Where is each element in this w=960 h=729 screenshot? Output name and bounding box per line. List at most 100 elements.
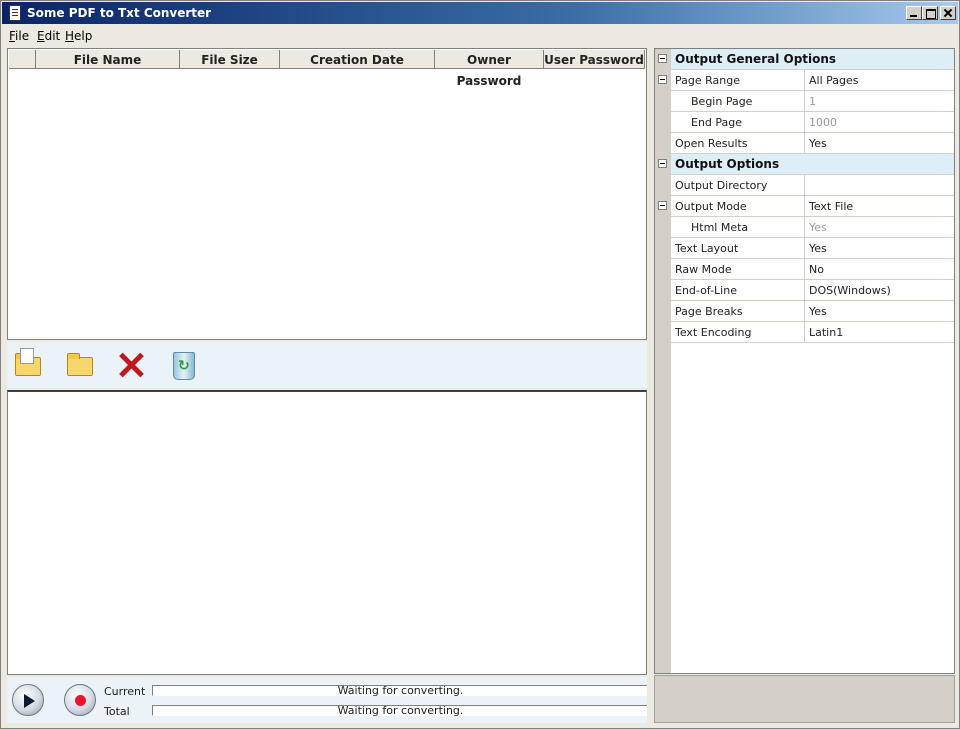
property-name: Open Results	[675, 137, 748, 150]
menu-edit[interactable]: Edit	[37, 29, 60, 43]
column-separator	[804, 301, 805, 322]
menu-help-accel: H	[65, 29, 75, 43]
log-output-area[interactable]	[7, 390, 647, 675]
property-value[interactable]: 1000	[809, 116, 837, 129]
app-window: Some PDF to Txt Converter File Edit Help…	[0, 0, 960, 729]
property-name: Raw Mode	[675, 263, 732, 276]
property-value[interactable]: Yes	[809, 221, 827, 234]
menu-help-label: elp	[74, 29, 93, 43]
app-document-icon	[9, 5, 21, 21]
current-progress-label: Current	[104, 685, 146, 698]
options-property-grid[interactable]: Output General Options Page Range All Pa…	[654, 48, 955, 674]
property-page-breaks[interactable]: Page Breaks Yes	[671, 301, 954, 322]
property-value[interactable]: No	[809, 263, 824, 276]
current-progress-bar: Waiting for converting.	[152, 685, 647, 696]
column-separator	[804, 322, 805, 343]
property-html-meta[interactable]: Html Meta Yes	[671, 217, 954, 238]
collapse-output-options-icon[interactable]	[658, 159, 667, 168]
column-header-user-password[interactable]: User Password	[544, 50, 645, 69]
column-header-select[interactable]	[9, 50, 36, 69]
property-begin-page[interactable]: Begin Page 1	[671, 91, 954, 112]
menu-bar: File Edit Help	[2, 24, 958, 46]
property-description-panel	[654, 675, 955, 723]
property-name: Page Breaks	[675, 305, 743, 318]
column-header-file-name[interactable]: File Name	[36, 50, 180, 69]
property-name: Html Meta	[691, 221, 749, 234]
start-convert-button[interactable]	[12, 684, 44, 716]
file-sheet-icon	[20, 348, 34, 364]
total-progress-bar: Waiting for converting.	[152, 705, 647, 716]
collapse-general-options-icon[interactable]	[658, 54, 667, 63]
property-raw-mode[interactable]: Raw Mode No	[671, 259, 954, 280]
property-end-of-line[interactable]: End-of-Line DOS(Windows)	[671, 280, 954, 301]
property-name: Text Encoding	[675, 326, 752, 339]
clear-list-button[interactable]	[167, 348, 201, 382]
property-value[interactable]: 1	[809, 95, 816, 108]
title-bar[interactable]: Some PDF to Txt Converter	[2, 2, 958, 24]
total-progress-text: Waiting for converting.	[337, 704, 464, 717]
group-title: Output Options	[675, 157, 780, 171]
property-name: End Page	[691, 116, 743, 129]
close-button[interactable]	[940, 6, 956, 20]
property-value[interactable]: Text File	[809, 200, 853, 213]
collapse-page-range-icon[interactable]	[658, 75, 667, 84]
group-title: Output General Options	[675, 52, 837, 66]
menu-file[interactable]: File	[9, 29, 29, 43]
add-folder-button[interactable]	[63, 348, 97, 382]
clear-recycle-icon	[173, 352, 195, 380]
stop-convert-button[interactable]	[64, 684, 96, 716]
menu-file-label: ile	[15, 29, 30, 43]
property-name: Output Mode	[675, 200, 747, 213]
window-title: Some PDF to Txt Converter	[27, 6, 212, 20]
column-separator	[804, 70, 805, 91]
property-output-mode[interactable]: Output Mode Text File	[671, 196, 954, 217]
add-folder-icon	[67, 353, 93, 376]
property-name: Output Directory	[675, 179, 768, 192]
property-text-encoding[interactable]: Text Encoding Latin1	[671, 322, 954, 343]
collapse-output-mode-icon[interactable]	[658, 201, 667, 210]
column-header-file-size[interactable]: File Size	[180, 50, 280, 69]
add-file-button[interactable]	[11, 348, 45, 382]
property-end-page[interactable]: End Page 1000	[671, 112, 954, 133]
menu-edit-label: dit	[44, 29, 61, 43]
column-separator	[804, 217, 805, 238]
menu-edit-accel: E	[37, 29, 45, 43]
property-name: Begin Page	[691, 95, 753, 108]
property-value[interactable]: Yes	[809, 305, 827, 318]
column-separator	[804, 112, 805, 133]
property-name: Text Layout	[675, 242, 739, 255]
column-header-owner-password[interactable]: Owner Password	[435, 50, 544, 88]
property-page-range[interactable]: Page Range All Pages	[671, 70, 954, 91]
property-text-layout[interactable]: Text Layout Yes	[671, 238, 954, 259]
minimize-button[interactable]	[906, 6, 922, 20]
file-toolbar	[7, 342, 647, 388]
property-value[interactable]: Latin1	[809, 326, 843, 339]
group-output-options[interactable]: Output Options	[671, 154, 954, 175]
menu-help[interactable]: Help	[65, 29, 92, 43]
property-name: Page Range	[675, 74, 740, 87]
property-value[interactable]: All Pages	[809, 74, 859, 87]
property-value[interactable]: DOS(Windows)	[809, 284, 891, 297]
column-separator	[804, 259, 805, 280]
column-separator	[804, 238, 805, 259]
conversion-control-bar: Current Total Waiting for converting. Wa…	[7, 677, 647, 723]
table-header: File Name File Size Creation Date Owner …	[9, 50, 645, 88]
property-value[interactable]: Yes	[809, 137, 827, 150]
play-icon	[24, 694, 35, 708]
column-separator	[804, 280, 805, 301]
property-name: End-of-Line	[675, 284, 737, 297]
add-file-icon	[15, 348, 41, 376]
file-list-table[interactable]: File Name File Size Creation Date Owner …	[7, 48, 647, 340]
property-output-directory[interactable]: Output Directory	[671, 175, 954, 196]
property-value[interactable]: Yes	[809, 242, 827, 255]
column-header-creation-date[interactable]: Creation Date	[280, 50, 435, 69]
current-progress-text: Waiting for converting.	[337, 684, 464, 697]
maximize-button[interactable]	[922, 6, 938, 20]
column-separator	[804, 133, 805, 154]
column-separator	[804, 91, 805, 112]
stop-record-icon	[75, 695, 86, 706]
total-progress-label: Total	[104, 705, 130, 718]
group-output-general-options[interactable]: Output General Options	[671, 49, 954, 70]
delete-button[interactable]	[115, 348, 149, 382]
property-open-results[interactable]: Open Results Yes	[671, 133, 954, 154]
